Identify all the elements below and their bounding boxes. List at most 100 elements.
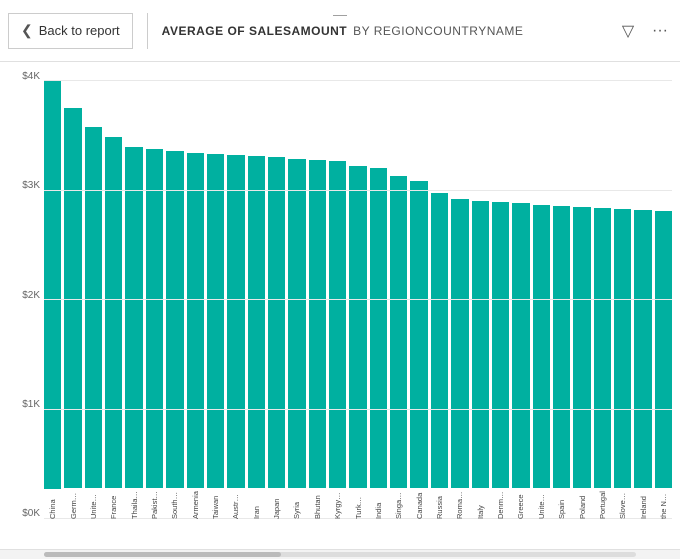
- y-axis: $0K$1K$2K$3K$4K: [0, 72, 44, 519]
- bar-country-label: Singapore: [394, 491, 403, 519]
- bar-country-label: Australia: [231, 491, 240, 519]
- bar[interactable]: [227, 155, 244, 488]
- bar-country-label: Portugal: [598, 491, 607, 519]
- bar-wrapper[interactable]: Japan: [268, 80, 285, 519]
- bar[interactable]: [634, 210, 651, 488]
- bar[interactable]: [573, 207, 590, 488]
- more-options-icon[interactable]: ···: [648, 19, 672, 43]
- bar-country-label: China: [48, 492, 57, 519]
- chart-area: $0K$1K$2K$3K$4K ChinaGermanyUnited State…: [0, 62, 680, 559]
- bar-wrapper[interactable]: Kyrgyzstan: [329, 80, 346, 519]
- bar-wrapper[interactable]: Romania: [451, 80, 468, 519]
- bar-wrapper[interactable]: Turkmenistan: [349, 80, 366, 519]
- bar-country-label: France: [109, 491, 118, 519]
- bar-wrapper[interactable]: United States: [85, 80, 102, 519]
- bar[interactable]: [553, 206, 570, 488]
- bar[interactable]: [207, 154, 224, 488]
- bar-country-label: the Netherlands: [659, 491, 668, 519]
- bar-country-label: United Kingdom: [537, 491, 546, 519]
- bar-wrapper[interactable]: Spain: [553, 80, 570, 519]
- bar[interactable]: [166, 151, 183, 488]
- bar[interactable]: [309, 160, 326, 488]
- bar[interactable]: [187, 153, 204, 488]
- bar[interactable]: [105, 137, 122, 488]
- chart-title-main: AVERAGE OF SALESAMOUNT: [162, 24, 347, 38]
- bar-wrapper[interactable]: Australia: [227, 80, 244, 519]
- bar-wrapper[interactable]: Ireland: [634, 80, 651, 519]
- bar[interactable]: [390, 176, 407, 488]
- bar-wrapper[interactable]: South Korea: [166, 80, 183, 519]
- bar[interactable]: [451, 199, 468, 488]
- back-to-report-button[interactable]: ❮ Back to report: [8, 13, 133, 49]
- topbar-icons: ▽ ···: [616, 19, 672, 43]
- scrollbar-track[interactable]: [44, 552, 636, 557]
- bar[interactable]: [329, 161, 346, 488]
- bar-country-label: Iran: [252, 491, 261, 519]
- bar-country-label: Japan: [272, 491, 281, 519]
- chevron-left-icon: ❮: [21, 22, 33, 39]
- bar[interactable]: [64, 108, 81, 488]
- bar-wrapper[interactable]: United Kingdom: [533, 80, 550, 519]
- bar[interactable]: [370, 168, 387, 488]
- bar-wrapper[interactable]: Poland: [573, 80, 590, 519]
- bar-wrapper[interactable]: China: [44, 80, 61, 519]
- bar-wrapper[interactable]: Pakistan: [146, 80, 163, 519]
- bar-wrapper[interactable]: the Netherlands: [655, 80, 672, 519]
- bar[interactable]: [44, 80, 61, 489]
- bar-country-label: Germany: [69, 491, 78, 519]
- bar-wrapper[interactable]: Thailand: [125, 80, 142, 519]
- scrollbar-thumb[interactable]: [44, 552, 281, 557]
- bar-country-label: Slovenia: [618, 491, 627, 519]
- main-container: — ❮ Back to report AVERAGE OF SALESAMOUN…: [0, 0, 680, 559]
- bar[interactable]: [349, 166, 366, 488]
- bar[interactable]: [288, 159, 305, 488]
- bar-wrapper[interactable]: Bhutan: [309, 80, 326, 519]
- bar[interactable]: [533, 205, 550, 488]
- bar[interactable]: [512, 203, 529, 488]
- bar-country-label: Pakistan: [150, 491, 159, 519]
- filter-icon[interactable]: ▽: [616, 19, 640, 43]
- bar-wrapper[interactable]: France: [105, 80, 122, 519]
- bar-wrapper[interactable]: Singapore: [390, 80, 407, 519]
- bars-container: China Germany United States France Thailand P…: [44, 80, 672, 549]
- bar-country-label: Bhutan: [313, 491, 322, 519]
- bar-wrapper[interactable]: India: [370, 80, 387, 519]
- chart-title-by: BY REGIONCOUNTRYNAME: [353, 24, 523, 38]
- bar-wrapper[interactable]: Denmark: [492, 80, 509, 519]
- bar[interactable]: [248, 156, 265, 488]
- y-axis-label: $2K: [0, 291, 40, 301]
- bar[interactable]: [146, 149, 163, 488]
- bar-wrapper[interactable]: Russia: [431, 80, 448, 519]
- topbar: — ❮ Back to report AVERAGE OF SALESAMOUN…: [0, 0, 680, 62]
- bar-country-label: Syria: [292, 491, 301, 519]
- bar-wrapper[interactable]: Portugal: [594, 80, 611, 519]
- bar[interactable]: [431, 193, 448, 488]
- bar[interactable]: [125, 147, 142, 488]
- bar-country-label: Romania: [455, 491, 464, 519]
- y-axis-label: $4K: [0, 72, 40, 82]
- bar[interactable]: [268, 157, 285, 488]
- y-axis-label: $3K: [0, 181, 40, 191]
- bar-wrapper[interactable]: Germany: [64, 80, 81, 519]
- bar-country-label: Denmark: [496, 491, 505, 519]
- bar[interactable]: [85, 127, 102, 488]
- bar-wrapper[interactable]: Canada: [410, 80, 427, 519]
- bar-wrapper[interactable]: Armenia: [187, 80, 204, 519]
- bar-wrapper[interactable]: Italy: [472, 80, 489, 519]
- bar-wrapper[interactable]: Slovenia: [614, 80, 631, 519]
- topbar-divider: [147, 13, 148, 49]
- bar[interactable]: [492, 202, 509, 488]
- bar[interactable]: [614, 209, 631, 488]
- bar-wrapper[interactable]: Syria: [288, 80, 305, 519]
- scrollbar-area: [0, 549, 680, 559]
- bar[interactable]: [655, 211, 672, 488]
- bar-wrapper[interactable]: Taiwan: [207, 80, 224, 519]
- bar[interactable]: [594, 208, 611, 488]
- bar[interactable]: [410, 181, 427, 488]
- bar[interactable]: [472, 201, 489, 488]
- bar-country-label: Italy: [476, 491, 485, 519]
- bar-wrapper[interactable]: Greece: [512, 80, 529, 519]
- bar-country-label: Kyrgyzstan: [333, 491, 342, 519]
- bar-country-label: United States: [89, 491, 98, 519]
- bar-wrapper[interactable]: Iran: [248, 80, 265, 519]
